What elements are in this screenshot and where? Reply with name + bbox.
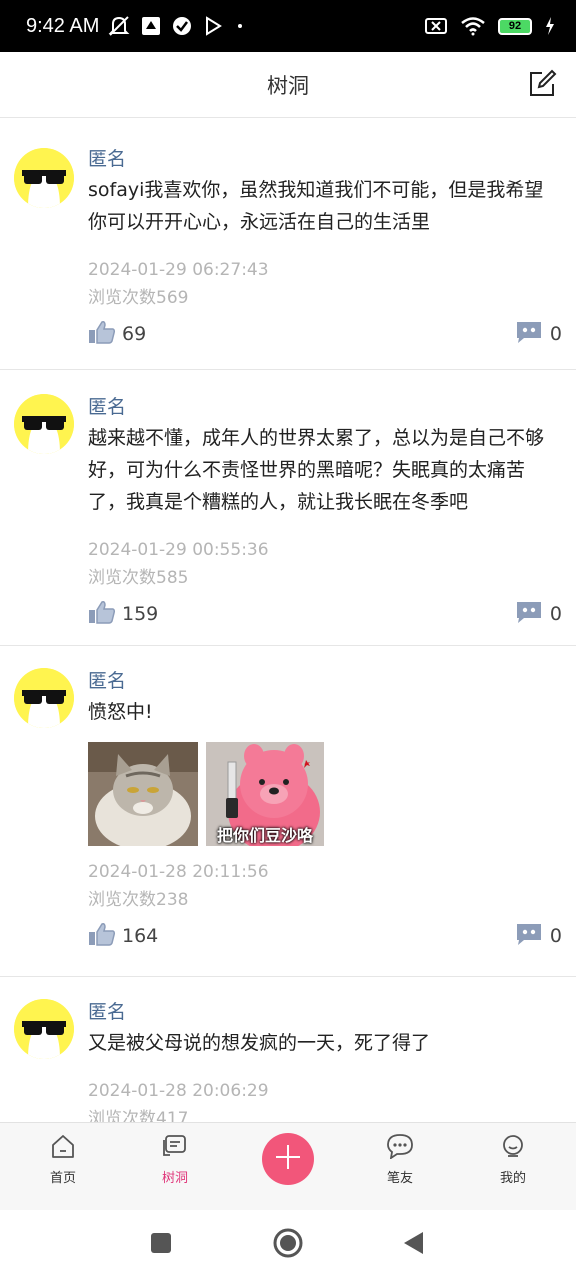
create-post-button[interactable] [262,1133,314,1185]
tab-label: 首页 [49,1171,76,1186]
avatar[interactable] [14,394,74,454]
message-board-icon [162,1133,188,1163]
status-icons-left [107,15,247,37]
app-icon [140,15,162,37]
tab-label: 我的 [499,1171,526,1186]
bottom-tab-bar: 首页 树洞 笔友 我的 [0,1122,576,1210]
triangle-back-icon [401,1230,425,1260]
post-item[interactable]: 匿名 越来越不懂，成年人的世界太累了，总以为是自己不够好，可为什么不责怪世界的黑… [0,370,576,646]
edit-icon[interactable] [526,68,558,100]
like-button[interactable]: 159 [88,600,158,628]
page-title: 树洞 [267,73,309,98]
post-item[interactable]: 匿名 又是被父母说的想发疯的一天，死了得了 2024-01-28 20:06:2… [0,977,576,1122]
tab-label: 笔友 [386,1171,413,1186]
profile-icon [500,1133,526,1163]
post-author[interactable]: 匿名 [88,394,562,420]
like-count: 69 [122,323,147,345]
status-bar: 9:42 AM 92 [0,0,576,52]
comment-button[interactable]: 0 [514,600,562,628]
battery-icon: 92 [498,17,532,35]
grumpy-cat-image[interactable] [88,742,198,846]
post-actions: 159 0 [88,594,562,646]
system-nav-bar [0,1210,576,1280]
comment-count: 0 [549,925,562,947]
tab-home[interactable]: 首页 [23,1133,103,1186]
post-time: 2024-01-29 00:55:36 [88,540,269,560]
status-icons-right: 92 [424,16,556,36]
comment-icon [514,320,544,348]
tab-tree-hole[interactable]: 树洞 [135,1133,215,1186]
status-time: 9:42 AM [26,14,100,37]
pink-plush-knife-image[interactable]: 把你们豆沙咯 [206,742,324,846]
plus-icon [273,1142,303,1176]
dot-icon [233,15,247,37]
tab-label: 树洞 [161,1171,188,1186]
post-views: 浏览次数417 [88,1109,189,1122]
thumbs-up-icon [88,922,116,950]
post-views: 浏览次数585 [88,568,189,588]
home-icon [50,1133,76,1163]
like-count: 159 [122,603,159,625]
sim-off-icon [424,16,448,36]
like-button[interactable]: 164 [88,922,158,950]
tab-profile[interactable]: 我的 [473,1133,553,1186]
app-header: 树洞 [0,52,576,118]
post-time: 2024-01-29 06:27:43 [88,260,269,280]
recents-button[interactable] [144,1228,178,1262]
wifi-icon [460,16,486,36]
thumbs-up-icon [88,600,116,628]
comment-count: 0 [549,323,562,345]
post-author[interactable]: 匿名 [88,999,562,1025]
comment-icon [514,922,544,950]
chat-bubble-icon [386,1133,414,1163]
post-author[interactable]: 匿名 [88,668,562,694]
post-actions: 164 0 [88,916,562,968]
home-button[interactable] [271,1228,305,1262]
tab-pen-pal[interactable]: 笔友 [360,1133,440,1186]
avatar[interactable] [14,999,74,1059]
charging-icon [544,16,556,36]
post-views: 浏览次数569 [88,288,189,308]
post-time: 2024-01-28 20:11:56 [88,862,269,882]
post-content: 愤怒中! [88,701,153,723]
post-time: 2024-01-28 20:06:29 [88,1081,269,1101]
post-item[interactable]: 匿名 sofayi我喜欢你，虽然我知道我们不可能，但是我希望你可以开开心心，永远… [0,118,576,370]
post-content: sofayi我喜欢你，虽然我知道我们不可能，但是我希望你可以开开心心，永远活在自… [88,179,544,233]
back-button[interactable] [396,1228,430,1262]
post-content: 越来越不懂，成年人的世界太累了，总以为是自己不够好，可为什么不责怪世界的黑暗呢？… [88,427,545,513]
post-images: 把你们豆沙咯 [88,742,562,846]
circle-icon [272,1227,304,1263]
post-feed[interactable]: 匿名 sofayi我喜欢你，虽然我知道我们不可能，但是我希望你可以开开心心，永远… [0,118,576,1122]
avatar[interactable] [14,668,74,728]
avatar[interactable] [14,148,74,208]
comment-icon [514,600,544,628]
comment-button[interactable]: 0 [514,922,562,950]
image-caption: 把你们豆沙咯 [216,826,313,845]
comment-count: 0 [549,603,562,625]
post-item[interactable]: 匿名 愤怒中! 把你们豆沙咯 2024-01-28 20:11:56 浏览次数2… [0,646,576,977]
square-icon [149,1231,173,1259]
post-actions: 69 0 [88,314,562,366]
check-circle-icon [171,15,193,37]
like-count: 164 [122,925,159,947]
play-icon [202,15,224,37]
like-button[interactable]: 69 [88,320,146,348]
post-views: 浏览次数238 [88,890,189,910]
mute-icon [107,15,131,37]
post-author[interactable]: 匿名 [88,146,562,172]
post-content: 又是被父母说的想发疯的一天，死了得了 [88,1032,431,1054]
thumbs-up-icon [88,320,116,348]
comment-button[interactable]: 0 [514,320,562,348]
